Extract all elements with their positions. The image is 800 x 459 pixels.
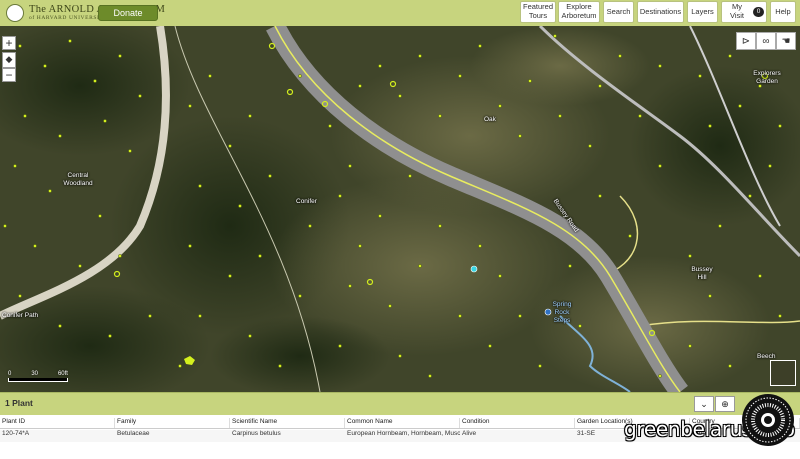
label-conifer-path: Conifer Path [2,312,39,319]
results-count: 1 Plant [5,398,33,408]
top-bar: The ARNOLD ARBORETUM of HARVARD UNIVERSI… [0,0,800,27]
link-icon[interactable]: ∞ [756,32,776,50]
harvard-seal-icon [6,4,24,22]
map-canvas [0,26,800,392]
collapse-chevron-icon[interactable]: ⌄ [694,396,714,412]
label-bussey-hill: Bussey Hill [691,266,713,281]
measure-icon[interactable]: ⊳ [736,32,756,50]
label-spring-rock-steps: Spring Rock Steps [552,301,572,324]
column-family[interactable]: Family [115,418,230,428]
featured-tours-button[interactable]: Featured Tours [520,1,556,23]
compass-icon[interactable]: ◆ [2,52,16,68]
zoom-out-button[interactable]: − [2,68,16,82]
cell-scientific-name: Carpinus betulus [232,430,281,437]
label-conifer: Conifer [296,198,317,205]
column-condition[interactable]: Condition [460,418,575,428]
layers-button[interactable]: Layers [687,1,718,23]
zoom-to-icon[interactable]: ⊕ [715,396,735,412]
cell-family: Betulaceae [117,430,150,437]
donate-button[interactable]: Donate [98,5,158,21]
my-visit-button[interactable]: My Visit 0 [721,1,767,23]
column-plant-id[interactable]: Plant ID [0,418,115,428]
column-common-name[interactable]: Common Name [345,418,460,428]
cell-plant-id: 120-74*A [2,430,30,437]
visit-count-badge: 0 [753,7,764,17]
hand-pointer-icon[interactable]: ☚ [776,32,796,50]
label-explorers-garden: Explorers Garden [753,70,781,85]
cell-condition: Alive [462,430,477,437]
label-central-woodland: Central Woodland [63,172,93,187]
column-scientific-name[interactable]: Scientific Name [230,418,345,428]
my-visit-label: My Visit [729,2,745,20]
selected-plant-marker [470,265,478,273]
zoom-in-button[interactable]: + [2,36,16,50]
map-tools: ⊳ ∞ ☚ [736,32,796,50]
results-header: 1 Plant ⌄ ⊕ [0,392,800,415]
watermark-logo-icon [742,394,794,446]
help-button[interactable]: Help [770,1,796,23]
label-oak: Oak [484,116,496,123]
cell-common-name: European Hornbeam, Hornbeam, Musclew... [347,430,460,437]
point-of-interest-icon [544,308,552,316]
overview-map-toggle[interactable] [770,360,796,386]
explore-arboretum-button[interactable]: Explore Arboretum [558,1,600,23]
aerial-map[interactable]: + ◆ − ⊳ ∞ ☚ Central Woodland Conifer Oak… [0,26,800,392]
destinations-button[interactable]: Destinations [637,1,684,23]
search-button[interactable]: Search [603,1,634,23]
scale-bar: 0 30 60ft [8,371,68,382]
